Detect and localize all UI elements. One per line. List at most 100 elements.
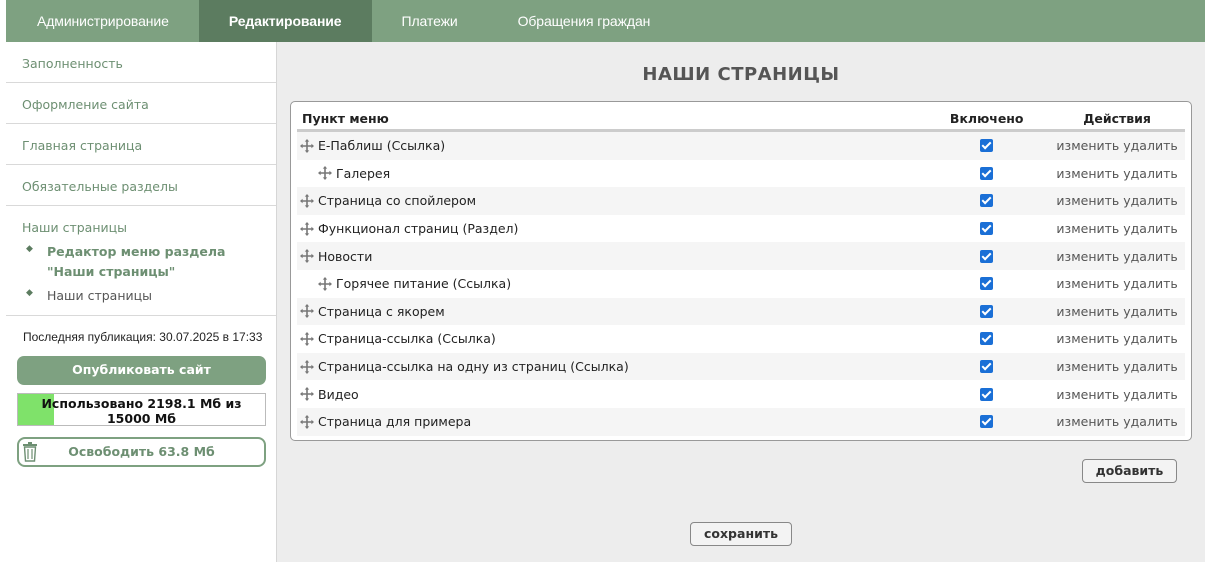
delete-link[interactable]: удалить <box>1123 221 1177 236</box>
sidebar-item-required-sections[interactable]: Обязательные разделы <box>6 165 276 206</box>
menu-item-label: Горячее питание (Ссылка) <box>336 276 512 292</box>
delete-link[interactable]: удалить <box>1123 387 1177 402</box>
table-row: Страница-ссылка (Ссылка) изменить удалить <box>297 325 1185 353</box>
column-header-menu-item: Пункт меню <box>302 111 389 126</box>
delete-link[interactable]: удалить <box>1123 414 1177 429</box>
delete-link[interactable]: удалить <box>1123 304 1177 319</box>
delete-link[interactable]: удалить <box>1123 193 1177 208</box>
enabled-checkbox[interactable] <box>980 249 994 263</box>
menu-item-label: Галерея <box>336 165 391 181</box>
sidebar-item-site-design[interactable]: Оформление сайта <box>6 83 276 124</box>
edit-link[interactable]: изменить <box>1056 166 1119 181</box>
sidebar-item-our-pages[interactable]: Наши страницы <box>22 220 276 238</box>
sidebar-item-home-page[interactable]: Главная страница <box>6 124 276 165</box>
tab-editing[interactable]: Редактирование <box>198 0 372 42</box>
drag-handle-icon[interactable] <box>300 304 314 319</box>
publish-site-button[interactable]: Опубликовать сайт <box>17 356 266 385</box>
enabled-cell <box>924 360 1049 374</box>
drag-handle-icon[interactable] <box>300 138 314 153</box>
menu-item-cell: Е-Паблиш (Ссылка) <box>297 138 924 153</box>
edit-link[interactable]: изменить <box>1056 331 1119 346</box>
menu-item-label: Функционал страниц (Раздел) <box>318 221 519 237</box>
enabled-cell <box>924 387 1049 401</box>
enabled-checkbox[interactable] <box>980 166 994 180</box>
menu-item-cell: Горячее питание (Ссылка) <box>297 276 924 291</box>
enabled-cell <box>924 166 1049 180</box>
table-row: Новости изменить удалить <box>297 242 1185 270</box>
sidebar-item-completeness[interactable]: Заполненность <box>6 42 276 83</box>
enabled-checkbox[interactable] <box>980 360 994 374</box>
storage-usage-bar: Использовано 2198.1 Мб из 15000 Мб <box>17 393 266 426</box>
edit-link[interactable]: изменить <box>1056 138 1119 153</box>
edit-link[interactable]: изменить <box>1056 193 1119 208</box>
enabled-checkbox[interactable] <box>980 277 994 291</box>
enabled-cell <box>924 194 1049 208</box>
column-header-actions: Действия <box>1083 111 1151 126</box>
edit-link[interactable]: изменить <box>1056 249 1119 264</box>
tab-payments[interactable]: Платежи <box>372 0 488 42</box>
actions-cell: изменить удалить <box>1049 387 1185 402</box>
edit-link[interactable]: изменить <box>1056 414 1119 429</box>
actions-cell: изменить удалить <box>1049 221 1185 236</box>
drag-handle-icon[interactable] <box>300 414 314 429</box>
drag-handle-icon[interactable] <box>318 276 332 291</box>
edit-link[interactable]: изменить <box>1056 387 1119 402</box>
sidebar-subitem-label[interactable]: Редактор меню раздела "Наши страницы" <box>47 242 271 282</box>
sidebar-subitem-label[interactable]: Наши страницы <box>47 286 152 306</box>
delete-link[interactable]: удалить <box>1123 276 1177 291</box>
delete-link[interactable]: удалить <box>1123 249 1177 264</box>
drag-handle-icon[interactable] <box>300 221 314 236</box>
drag-handle-icon[interactable] <box>300 193 314 208</box>
edit-link[interactable]: изменить <box>1056 276 1119 291</box>
sidebar-subitem-menu-editor[interactable]: ◆ Редактор меню раздела "Наши страницы" <box>22 242 276 282</box>
menu-item-label: Е-Паблиш (Ссылка) <box>318 138 446 154</box>
sidebar-subitem-our-pages[interactable]: ◆ Наши страницы <box>22 286 276 306</box>
enabled-checkbox[interactable] <box>980 139 994 153</box>
enabled-checkbox[interactable] <box>980 332 994 346</box>
delete-link[interactable]: удалить <box>1123 166 1177 181</box>
table-row: Страница со спойлером изменить удалить <box>297 187 1185 215</box>
delete-link[interactable]: удалить <box>1123 359 1177 374</box>
free-space-label: Освободить 63.8 Мб <box>68 444 215 459</box>
enabled-checkbox[interactable] <box>980 194 994 208</box>
free-space-button[interactable]: Освободить 63.8 Мб <box>17 437 266 467</box>
menu-item-cell: Страница с якорем <box>297 304 924 319</box>
enabled-checkbox[interactable] <box>980 387 994 401</box>
actions-cell: изменить удалить <box>1049 138 1185 153</box>
enabled-cell <box>924 332 1049 346</box>
table-row: Функционал страниц (Раздел) изменить удал… <box>297 215 1185 243</box>
delete-link[interactable]: удалить <box>1123 138 1177 153</box>
drag-handle-icon[interactable] <box>300 331 314 346</box>
menu-item-cell: Функционал страниц (Раздел) <box>297 221 924 236</box>
actions-cell: изменить удалить <box>1049 414 1185 429</box>
edit-link[interactable]: изменить <box>1056 359 1119 374</box>
table-header: Пункт меню Включено Действия <box>297 108 1185 132</box>
table-body: Е-Паблиш (Ссылка) изменить удалить Галерея… <box>297 132 1185 436</box>
drag-handle-icon[interactable] <box>300 359 314 374</box>
enabled-checkbox[interactable] <box>980 304 994 318</box>
actions-cell: изменить удалить <box>1049 276 1185 291</box>
actions-cell: изменить удалить <box>1049 359 1185 374</box>
enabled-checkbox[interactable] <box>980 222 994 236</box>
table-row: Видео изменить удалить <box>297 380 1185 408</box>
menu-item-label: Страница с якорем <box>318 303 445 319</box>
actions-cell: изменить удалить <box>1049 304 1185 319</box>
menu-item-label: Страница для примера <box>318 414 472 430</box>
drag-handle-icon[interactable] <box>318 166 332 181</box>
drag-handle-icon[interactable] <box>300 387 314 402</box>
page-title: НАШИ СТРАНИЦЫ <box>642 64 840 85</box>
table-row: Горячее питание (Ссылка) изменить удалить <box>297 270 1185 298</box>
enabled-cell <box>924 277 1049 291</box>
delete-link[interactable]: удалить <box>1123 331 1177 346</box>
edit-link[interactable]: изменить <box>1056 304 1119 319</box>
enabled-checkbox[interactable] <box>980 415 994 429</box>
edit-link[interactable]: изменить <box>1056 221 1119 236</box>
add-button[interactable]: добавить <box>1082 459 1177 483</box>
drag-handle-icon[interactable] <box>300 249 314 264</box>
tab-administration[interactable]: Администрирование <box>6 0 199 42</box>
save-button[interactable]: сохранить <box>690 522 792 546</box>
table-row: Страница с якорем изменить удалить <box>297 297 1185 326</box>
diamond-bullet-icon: ◆ <box>26 288 33 298</box>
tab-citizen-requests[interactable]: Обращения граждан <box>488 0 681 42</box>
enabled-cell <box>924 139 1049 153</box>
